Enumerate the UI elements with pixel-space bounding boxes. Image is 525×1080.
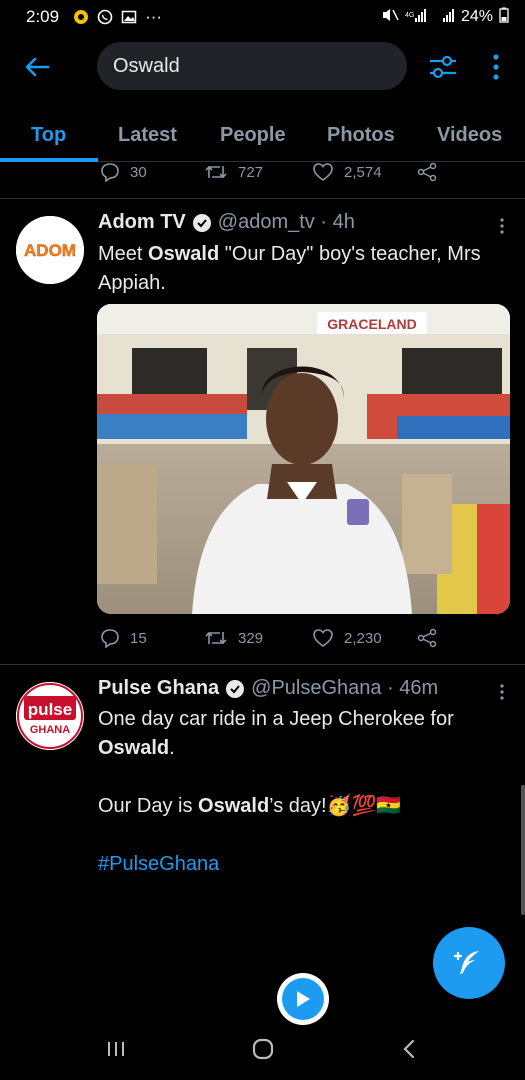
- share-icon: [417, 628, 437, 648]
- reply-icon: [101, 163, 119, 182]
- battery-icon: [499, 7, 509, 28]
- tweet-text-line2: Our Day is Oswald’s day!🥳💯🇬🇭: [98, 795, 402, 817]
- tweet-options-button[interactable]: [494, 216, 510, 236]
- reply-button[interactable]: 15: [100, 628, 147, 648]
- verified-badge-icon: [225, 679, 245, 699]
- share-button[interactable]: [416, 628, 438, 648]
- avatar-adom-tv[interactable]: ADOM: [16, 216, 84, 284]
- more-notifications: ···: [145, 7, 163, 26]
- tab-photos[interactable]: Photos: [327, 108, 395, 162]
- retweet-count: 329: [238, 629, 264, 647]
- retweet-button[interactable]: 727: [204, 162, 263, 182]
- tweet-header: Pulse Ghana @PulseGhana · 46m: [98, 677, 438, 700]
- vertical-dots-icon: [493, 54, 499, 80]
- tweet-photo[interactable]: GRACELAND: [97, 304, 510, 614]
- tab-top[interactable]: Top: [31, 108, 66, 162]
- retweet-count: 727: [238, 163, 264, 181]
- retweet-button[interactable]: 329: [204, 628, 263, 648]
- status-bar: 2:09 ··· 4G 24%: [0, 0, 525, 34]
- reply-count: 30: [130, 163, 147, 181]
- media-sign-text: GRACELAND: [327, 316, 416, 332]
- author-name[interactable]: Adom TV: [98, 211, 186, 234]
- search-filter-button[interactable]: [426, 50, 460, 84]
- sliders-icon: [430, 55, 456, 79]
- search-header: Oswald: [0, 40, 525, 94]
- battery-percent: 24%: [460, 8, 493, 25]
- reply-icon: [101, 629, 119, 648]
- avatar-pulse-ghana[interactable]: pulse GHANA: [16, 682, 84, 750]
- like-button[interactable]: 2,574: [312, 162, 382, 182]
- back-button[interactable]: [20, 50, 54, 84]
- signal-icon: 4G: [405, 7, 427, 28]
- tab-people[interactable]: People: [220, 108, 286, 162]
- avatar-logo-top: pulse: [28, 700, 72, 719]
- avatar-logo-text: ADOM: [24, 241, 76, 260]
- share-button[interactable]: [416, 162, 438, 182]
- tweet-header: Adom TV @adom_tv · 4h: [98, 211, 355, 234]
- play-button-inner: [282, 978, 324, 1020]
- share-icon: [417, 162, 437, 182]
- author-handle[interactable]: @PulseGhana · 46m: [251, 677, 438, 700]
- tab-videos[interactable]: Videos: [437, 108, 502, 162]
- overflow-menu-button[interactable]: [484, 50, 508, 84]
- back-nav-button[interactable]: [389, 1034, 429, 1064]
- like-count: 2,230: [344, 629, 382, 647]
- back-arrow-icon: [25, 57, 50, 77]
- tab-latest[interactable]: Latest: [118, 108, 177, 162]
- retweet-icon: [205, 631, 227, 645]
- status-time: 2:09: [26, 7, 60, 26]
- tweet-text: One day car ride in a Jeep Cherokee for …: [98, 708, 454, 759]
- search-tabs: Top Latest People Photos Videos: [0, 108, 525, 162]
- heart-icon: [313, 629, 333, 647]
- recents-icon: [108, 1042, 124, 1056]
- vertical-dots-icon: [500, 218, 504, 234]
- retweet-icon: [205, 165, 227, 179]
- mute-icon: [381, 7, 399, 28]
- reply-button[interactable]: 30: [100, 162, 147, 182]
- tweet-hashtag-line: #PulseGhana: [98, 850, 508, 879]
- home-icon: [252, 1038, 274, 1060]
- notification-app-icon: [73, 9, 89, 25]
- vertical-dots-icon: [500, 684, 504, 700]
- like-button[interactable]: 2,230: [312, 628, 382, 648]
- tweet-options-button[interactable]: [494, 682, 510, 702]
- gallery-icon: [121, 9, 137, 25]
- verified-badge-icon: [192, 213, 212, 233]
- emoji-group: 🥳💯🇬🇭: [326, 795, 402, 817]
- whatsapp-icon: [97, 9, 113, 25]
- search-query-text: Oswald: [113, 54, 180, 77]
- play-icon: [297, 991, 310, 1007]
- hashtag-link[interactable]: #PulseGhana: [98, 853, 219, 875]
- heart-icon: [313, 163, 333, 181]
- tweet-text: Meet Oswald "Our Day" boy's teacher, Mrs…: [98, 243, 481, 294]
- tweet-divider: [0, 198, 525, 199]
- like-count: 2,574: [344, 163, 382, 181]
- reply-count: 15: [130, 629, 147, 647]
- home-button[interactable]: [243, 1034, 283, 1064]
- tweet-divider: [0, 664, 525, 665]
- avatar-logo-bottom: GHANA: [30, 724, 70, 736]
- search-input[interactable]: Oswald: [97, 42, 407, 90]
- author-name[interactable]: Pulse Ghana: [98, 677, 219, 700]
- scrollbar[interactable]: [521, 785, 525, 915]
- signal-2-icon: [433, 7, 455, 28]
- compose-tweet-button[interactable]: [433, 927, 505, 999]
- active-tab-indicator: [0, 158, 98, 162]
- system-navigation-bar: [0, 1018, 525, 1080]
- recent-apps-button[interactable]: [96, 1034, 136, 1064]
- author-handle[interactable]: @adom_tv · 4h: [218, 211, 355, 234]
- svg-text:4G: 4G: [405, 12, 414, 19]
- chevron-left-icon: [403, 1039, 415, 1059]
- compose-feather-icon: [453, 951, 479, 974]
